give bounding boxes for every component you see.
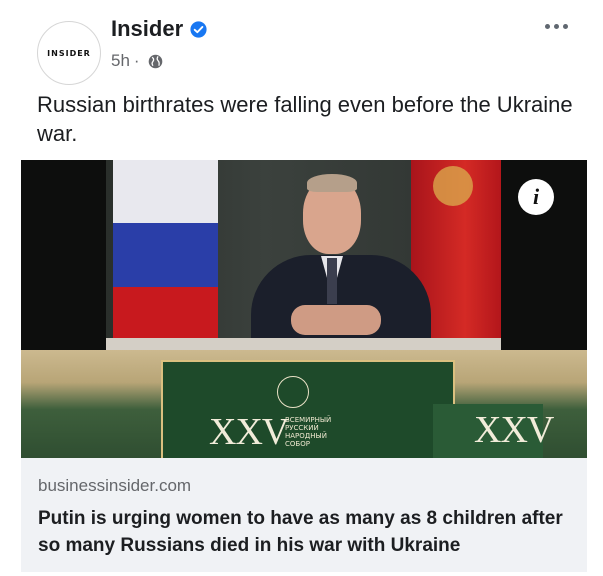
avatar-logo-text: INSIDER — [47, 48, 91, 58]
facebook-post: INSIDER Insider 5h · Russian birthrates … — [0, 0, 603, 576]
russian-flag — [113, 160, 218, 350]
stage-small-text: ВСЕМИРНЫЙ РУССКИЙ НАРОДНЫЙ СОБОР — [285, 416, 332, 448]
meta-separator: · — [133, 51, 140, 70]
screen-border-left — [21, 160, 106, 350]
dot-icon — [553, 23, 559, 29]
stage-text-left: XXV — [209, 411, 289, 453]
post-meta: 5h · — [111, 51, 164, 71]
post-caption: Russian birthrates were falling even bef… — [37, 92, 573, 146]
stage-text-right: XXV — [474, 409, 554, 451]
verified-badge-icon — [190, 21, 207, 38]
cathedral-dome-icon — [277, 376, 309, 408]
globe-icon — [148, 54, 162, 68]
post-image[interactable]: XXV ВСЕМИРНЫЙ РУССКИЙ НАРОДНЫЙ СОБОР XXV — [21, 160, 587, 458]
info-button[interactable]: i — [518, 179, 554, 215]
dot-icon — [562, 23, 568, 29]
speaker-tie — [327, 258, 337, 304]
page-name[interactable]: Insider — [111, 16, 183, 42]
link-domain: businessinsider.com — [38, 476, 192, 495]
speaker-hands — [291, 305, 381, 335]
post-timestamp[interactable]: 5h — [111, 51, 130, 71]
page-avatar[interactable]: INSIDER — [37, 21, 101, 85]
eagle-emblem — [433, 166, 473, 206]
link-headline[interactable]: Putin is urging women to have as many as… — [38, 505, 578, 559]
dot-icon — [544, 23, 550, 29]
more-options-button[interactable] — [541, 16, 571, 36]
speaker-hair — [307, 174, 357, 192]
